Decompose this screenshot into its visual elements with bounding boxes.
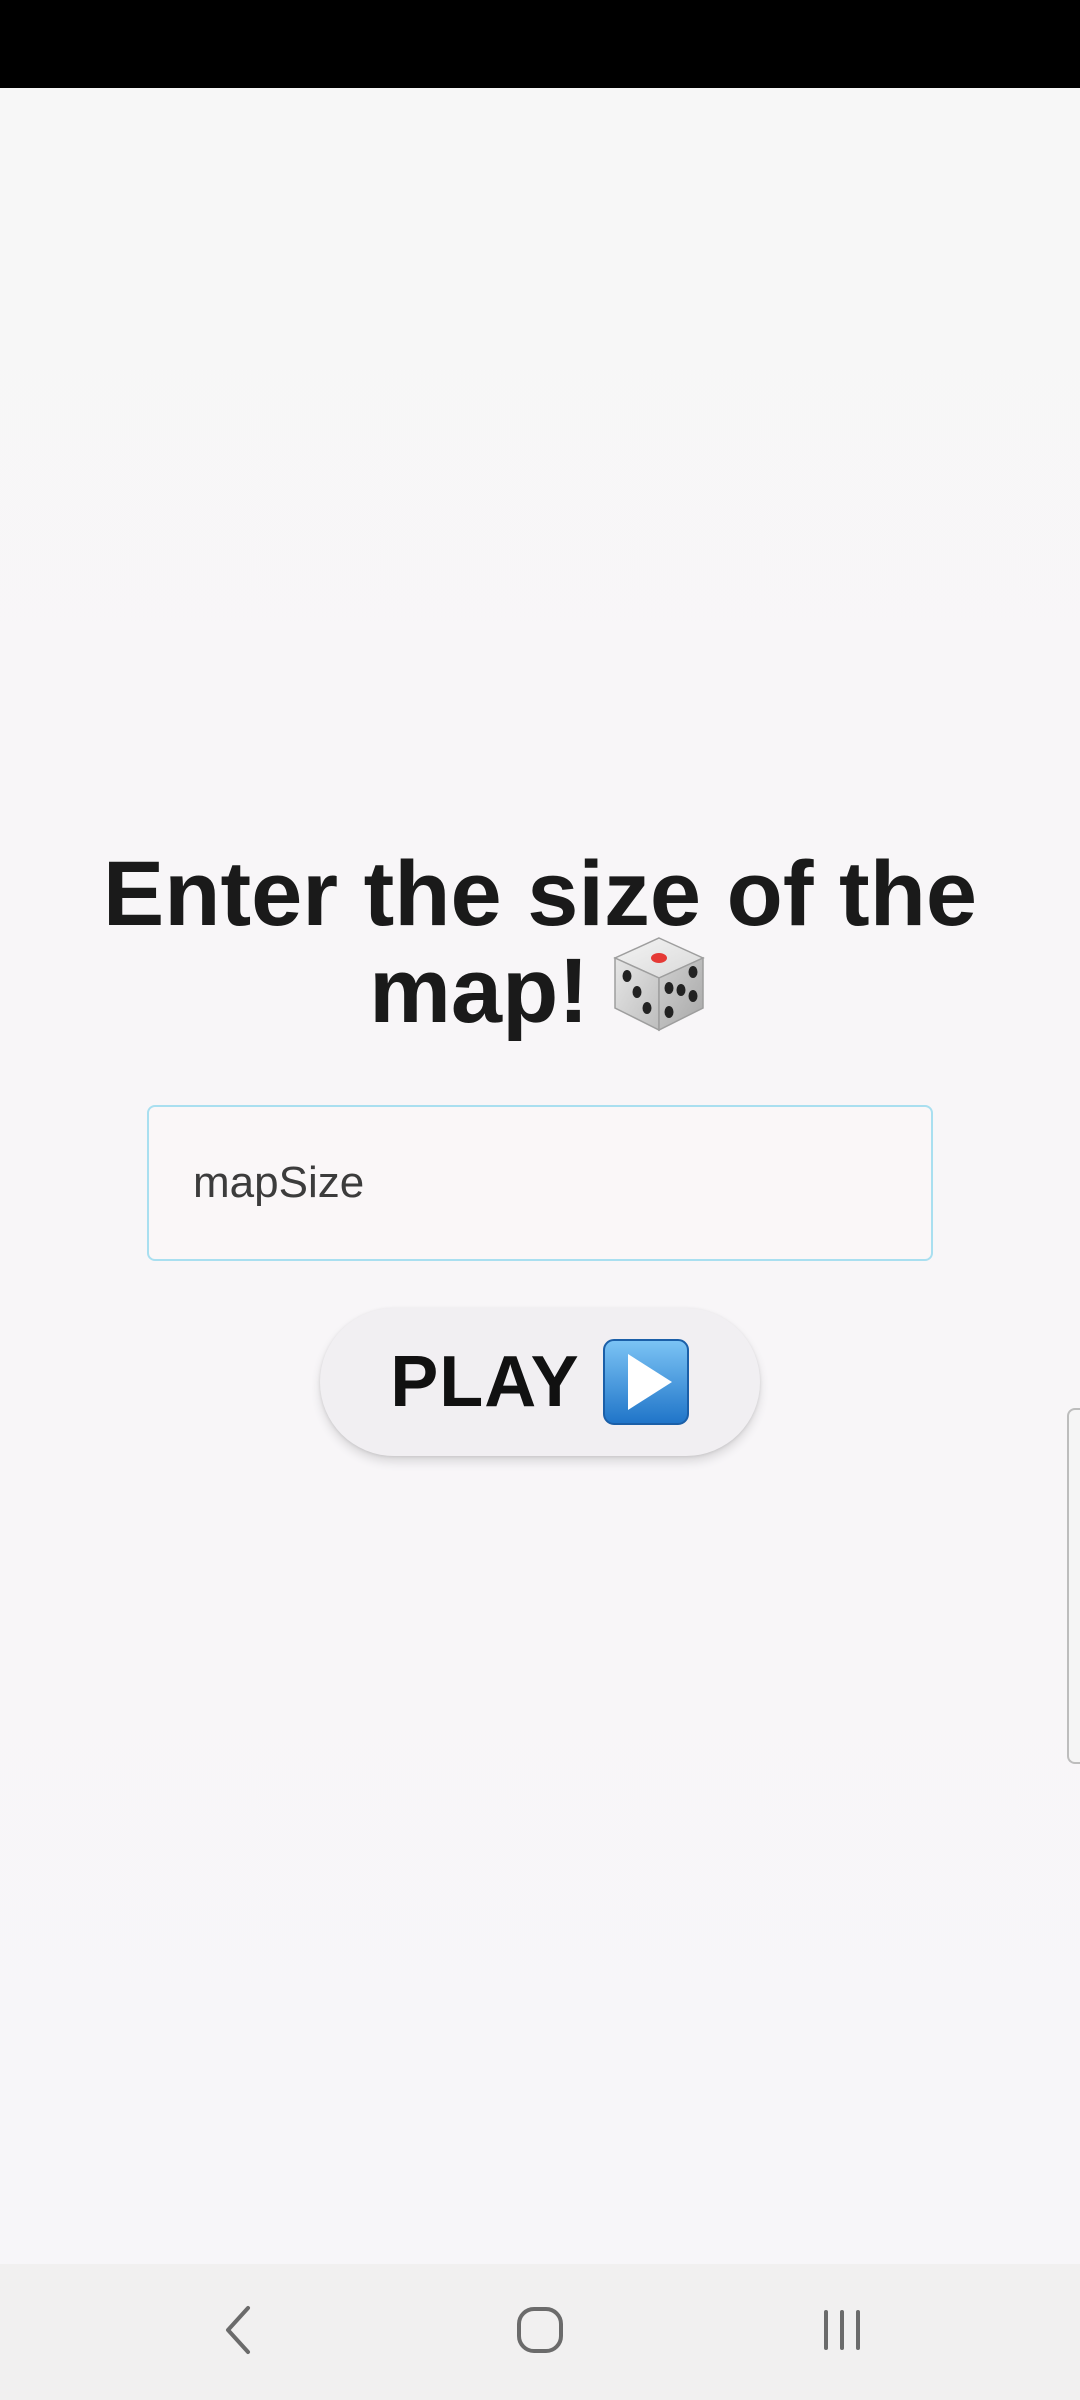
edge-panel-handle[interactable] <box>1067 1408 1080 1764</box>
play-button[interactable]: PLAY <box>320 1308 760 1456</box>
back-button[interactable] <box>178 2264 298 2400</box>
status-bar <box>0 0 1080 88</box>
map-size-field[interactable] <box>147 1105 933 1261</box>
game-die-icon <box>607 932 711 1043</box>
recent-apps-icon <box>816 2304 868 2361</box>
map-size-input[interactable] <box>193 1158 887 1208</box>
back-chevron-icon <box>218 2304 258 2361</box>
recent-apps-button[interactable] <box>782 2264 902 2400</box>
play-button-icon <box>602 1338 690 1426</box>
page-title: Enter the size of the map! <box>60 848 1020 1043</box>
page-title-text: Enter the size of the map! <box>102 843 978 1042</box>
play-button-label: PLAY <box>390 1342 580 1422</box>
home-button[interactable] <box>480 2264 600 2400</box>
navigation-bar <box>0 2264 1080 2400</box>
home-icon <box>514 2304 566 2361</box>
